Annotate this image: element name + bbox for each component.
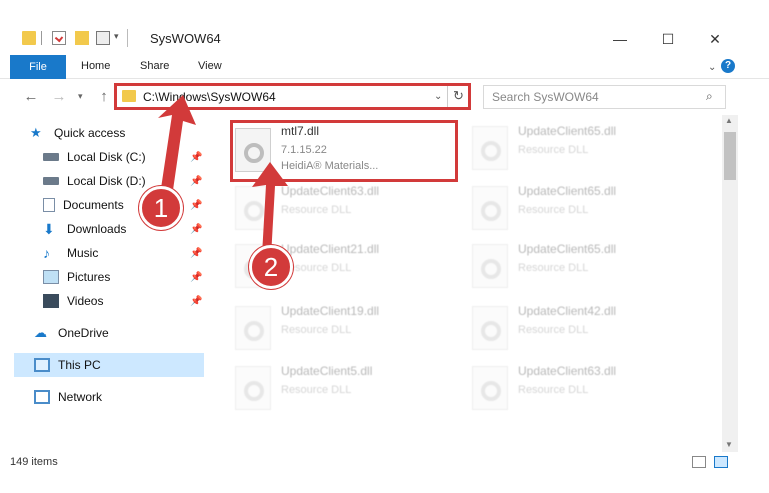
callout-badge-1: 1 [139,186,183,230]
bottom-band [0,473,769,493]
item-count: 149 items [10,456,58,468]
arrow-1 [158,95,196,197]
status-bar [0,452,769,472]
callout-arrows [158,95,288,257]
details-view-icon[interactable] [692,456,706,468]
large-icons-view-icon[interactable] [714,456,728,468]
arrow-2 [252,162,288,257]
callout-badge-2: 2 [249,245,293,289]
